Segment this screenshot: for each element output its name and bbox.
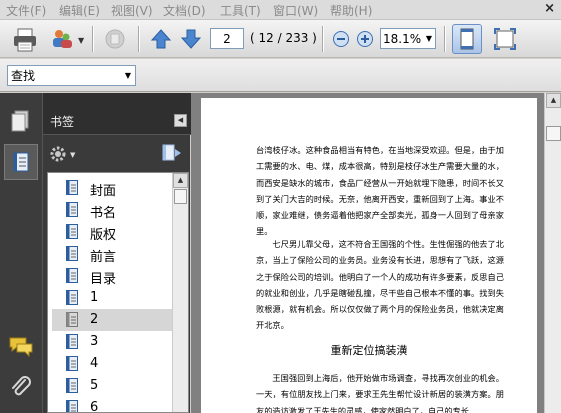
menu-edit[interactable]: 编辑(E) [59,2,100,19]
find-toolbar: ▼ [0,59,561,92]
bookmark-icon [66,246,78,261]
zoom-input[interactable] [383,30,423,47]
bookmark-item[interactable]: 6 [52,397,172,413]
bookmarks-title: 书签 [50,115,75,129]
bookmark-label: 6 [90,400,99,413]
print-icon[interactable] [12,28,38,52]
bookmark-panel-icon [13,152,29,172]
fit-page-button[interactable] [452,24,482,54]
toolbar-separator [322,26,324,52]
menu-bar: 文件(F) 编辑(E) 视图(V) 文档(D) 工具(T) 窗口(W) 帮助(H… [0,0,561,20]
expand-bookmark-icon[interactable] [160,142,182,164]
find-input[interactable] [11,67,111,84]
menu-view[interactable]: 视图(V) [111,2,153,19]
menu-document[interactable]: 文档(D) [163,2,206,19]
window-close-button[interactable]: × [544,1,555,16]
bookmark-label: 1 [90,290,99,305]
page-count-label: ( 12 / 233 ) [250,31,317,45]
bookmark-icon [66,312,78,327]
main-toolbar: ▼ ( 12 / 233 ) ▼ [0,20,561,58]
review-icon [105,29,125,49]
body-paragraph: 七尺男儿靠父母，这不符合王国强的个性。生性倔强的他去了北京，当上了保险公司的业务… [256,239,504,331]
bookmarks-header: 书签 ◀ [43,93,191,135]
pages-icon [11,110,29,132]
bookmark-icon [66,290,78,305]
attachments-panel-button[interactable] [4,371,38,407]
bookmark-icon [66,356,78,371]
bookmark-label: 封面 [90,184,117,199]
bookmark-item[interactable]: 前言 [52,243,172,265]
bookmark-label: 书名 [90,206,117,221]
toolbar-separator [138,26,140,52]
next-page-icon[interactable] [180,28,202,50]
body-paragraph: 王国强回到上海后，他开始做市场调查，寻找再次创业的机会。一天，有位朋友找上门来，… [256,373,504,413]
bookmark-label: 3 [90,334,99,349]
scroll-up-button[interactable]: ▲ [546,93,561,108]
toolbar-separator [92,26,94,52]
options-dropdown-icon[interactable]: ▼ [70,151,75,159]
chevron-down-icon[interactable]: ▼ [426,34,432,43]
zoom-out-icon[interactable] [332,30,350,48]
bookmarks-toolbar: ▼ [43,136,191,172]
bookmark-label: 5 [90,378,99,393]
zoom-in-icon[interactable] [356,30,374,48]
page-number-input[interactable] [210,28,244,49]
bookmarks-panel-button[interactable] [4,144,38,180]
bookmark-label: 2 [90,312,99,327]
full-screen-icon[interactable] [492,26,518,52]
collaborate-dropdown-icon[interactable]: ▼ [78,36,84,45]
fit-page-icon [460,28,474,50]
bookmark-icon [66,400,78,412]
bookmark-scrollbar[interactable]: ▲ [172,173,188,412]
bookmark-icon [66,334,78,349]
bookmark-item[interactable]: 2 [52,309,172,331]
scroll-thumb[interactable] [546,126,561,141]
bookmark-label: 目录 [90,272,117,287]
bookmark-list: 封面书名版权前言目录 1 2 3 4 5 6 ▲ [47,172,189,413]
bookmark-label: 前言 [90,250,117,265]
previous-page-icon[interactable] [150,28,172,50]
bookmark-label: 4 [90,356,99,371]
scroll-up-button[interactable]: ▲ [173,173,188,188]
collaborate-icon[interactable] [50,27,74,51]
menu-window[interactable]: 窗口(W) [273,2,318,19]
scroll-thumb[interactable] [174,189,187,204]
body-paragraph: 台湾枝仔冰。这种食品相当有特色，在当地深受欢迎。但是，由于加工需要的水、电、煤，… [256,145,504,237]
bookmark-icon [66,202,78,217]
bookmark-icon [66,180,78,195]
bookmark-item[interactable]: 版权 [52,221,172,243]
chevron-down-icon[interactable]: ▼ [125,71,131,80]
toolbar-separator [444,26,446,52]
bookmark-item[interactable]: 封面 [52,177,172,199]
menu-tools[interactable]: 工具(T) [220,2,261,19]
bookmark-label: 版权 [90,228,117,243]
bookmark-icon [66,224,78,239]
document-page: 台湾枝仔冰。这种食品相当有特色，在当地深受欢迎。但是，由于加工需要的水、电、煤，… [201,98,537,413]
gear-icon[interactable] [48,144,68,164]
section-heading: 重新定位搞装潢 [330,344,408,357]
collapse-panel-button[interactable]: ◀ [174,114,187,127]
pages-panel-button[interactable] [4,105,38,141]
find-box[interactable]: ▼ [7,65,136,86]
menu-file[interactable]: 文件(F) [6,2,46,19]
bookmark-item[interactable]: 5 [52,375,172,397]
bookmark-icon [66,268,78,283]
zoom-select[interactable]: ▼ [380,28,436,49]
comment-icon [9,337,33,358]
paperclip-icon [12,376,31,396]
bookmark-item[interactable]: 4 [52,353,172,375]
bookmarks-panel: 书签 ◀ ▼ 封面书名版权前言目录 1 2 3 4 5 6 ▲ [42,93,191,413]
bookmark-item[interactable]: 书名 [52,199,172,221]
document-view: 台湾枝仔冰。这种食品相当有特色，在当地深受欢迎。但是，由于加工需要的水、电、煤，… [191,93,544,413]
document-scrollbar[interactable]: ▲ [544,93,561,413]
bookmark-item[interactable]: 3 [52,331,172,353]
bookmark-icon [66,378,78,393]
bookmark-item[interactable]: 目录 [52,265,172,287]
menu-help[interactable]: 帮助(H) [330,2,372,19]
comments-panel-button[interactable] [4,329,38,365]
bookmark-item[interactable]: 1 [52,287,172,309]
navigation-rail [0,93,42,413]
